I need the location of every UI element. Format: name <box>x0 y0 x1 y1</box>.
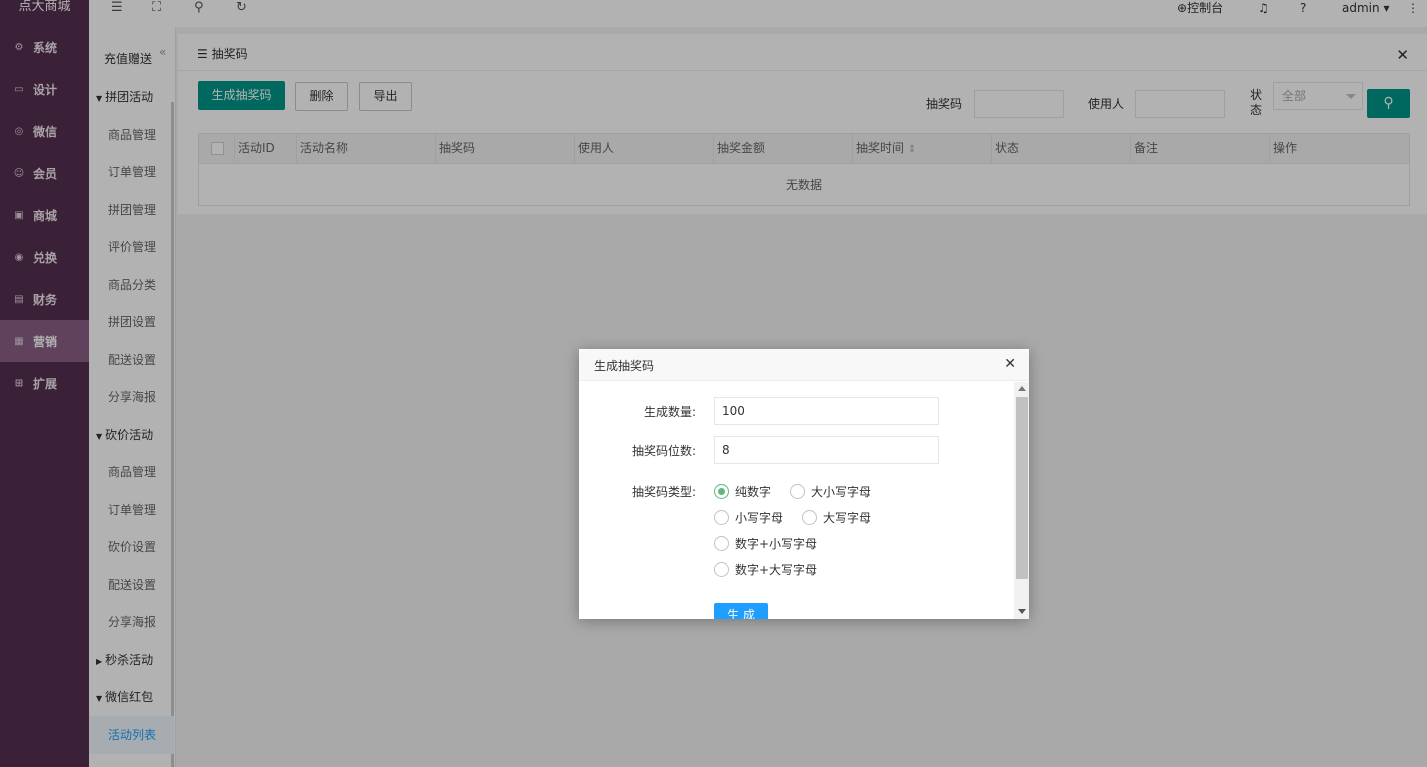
radio-uppercase[interactable]: 大写字母 <box>802 509 871 526</box>
type-label: 抽奖码类型: <box>631 485 696 499</box>
radio-dot <box>714 510 729 525</box>
radio-dot <box>714 536 729 551</box>
radio-numeric-lowercase[interactable]: 数字+小写字母 <box>714 535 817 552</box>
radio-dot <box>714 484 729 499</box>
dialog-title: 生成抽奖码 <box>594 359 655 373</box>
radio-dot <box>790 484 805 499</box>
radio-label: 数字+小写字母 <box>735 537 818 551</box>
digits-label: 抽奖码位数: <box>631 444 696 458</box>
generate-submit-button[interactable]: 生 成 <box>714 603 768 619</box>
digits-input[interactable]: 8 <box>714 436 939 464</box>
scroll-thumb[interactable] <box>1016 397 1028 579</box>
radio-numeric[interactable]: 纯数字 <box>714 483 771 500</box>
radio-label: 大写字母 <box>823 511 872 525</box>
radio-label: 纯数字 <box>735 485 772 499</box>
radio-dot <box>802 510 817 525</box>
dialog-scrollbar[interactable] <box>1014 382 1029 619</box>
radio-mixed-letters[interactable]: 大小写字母 <box>790 483 871 500</box>
scroll-down-icon[interactable] <box>1018 609 1026 614</box>
radio-numeric-uppercase[interactable]: 数字+大写字母 <box>714 561 817 578</box>
radio-lowercase[interactable]: 小写字母 <box>714 509 783 526</box>
scroll-up-icon[interactable] <box>1018 386 1026 391</box>
generate-code-dialog: 生成抽奖码 ✕ 生成数量: 100 抽奖码位数: 8 抽奖码类型: 纯数字 大小… <box>579 349 1029 619</box>
count-input[interactable]: 100 <box>714 397 939 425</box>
radio-dot <box>714 562 729 577</box>
count-label: 生成数量: <box>643 405 696 419</box>
close-icon[interactable]: ✕ <box>1004 356 1016 372</box>
radio-label: 数字+大写字母 <box>735 563 818 577</box>
radio-label: 小写字母 <box>735 511 784 525</box>
dialog-header: 生成抽奖码 ✕ <box>579 349 1029 381</box>
radio-label: 大小写字母 <box>811 485 872 499</box>
